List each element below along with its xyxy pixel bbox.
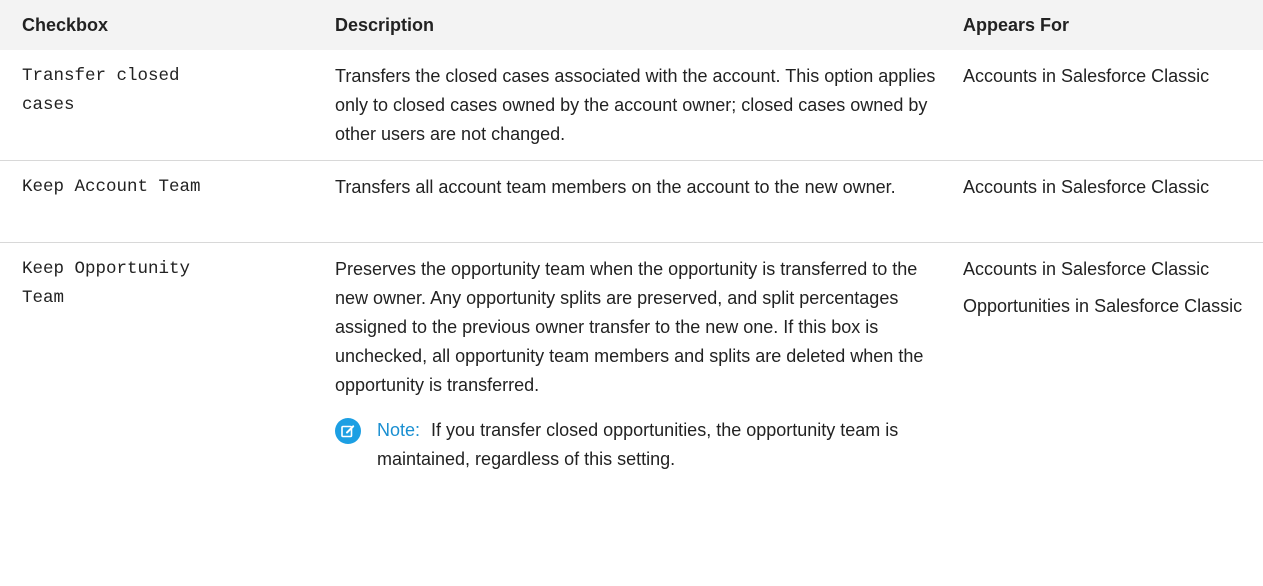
table-header-row: Checkbox Description Appears For	[0, 0, 1263, 50]
row-description: Transfers the closed cases associated wi…	[335, 66, 936, 144]
appears-for-item: Opportunities in Salesforce Classic	[963, 296, 1243, 316]
header-appears-for: Appears For	[963, 14, 1070, 35]
description-cell: Preserves the opportunity team when the …	[313, 243, 943, 486]
row-description: Transfers all account team members on th…	[335, 177, 896, 197]
checkbox-name-line: cases	[22, 95, 75, 115]
table-row: Transfer closed cases Transfers the clos…	[0, 50, 1263, 161]
note-body: Note: If you transfer closed opportuniti…	[377, 416, 937, 474]
table-row: Keep Opportunity Team Preserves the oppo…	[0, 243, 1263, 486]
note-text: If you transfer closed opportunities, th…	[377, 420, 899, 469]
header-description: Description	[335, 14, 435, 35]
checkbox-name: Keep Account Team	[0, 161, 313, 242]
appears-for-cell: Accounts in Salesforce Classic Opportuni…	[943, 243, 1263, 486]
checkbox-name-line: Keep Opportunity	[22, 259, 191, 279]
row-description: Preserves the opportunity team when the …	[335, 259, 924, 395]
table-row: Keep Account Team Transfers all account …	[0, 161, 1263, 243]
appears-for-cell: Accounts in Salesforce Classic	[943, 50, 1263, 160]
header-checkbox: Checkbox	[22, 14, 109, 35]
checkbox-name-line: Keep Account Team	[22, 177, 201, 197]
checkbox-name-line: Transfer closed	[22, 66, 180, 86]
note-label: Note:	[377, 420, 421, 440]
appears-for-cell: Accounts in Salesforce Classic	[943, 161, 1263, 242]
edit-note-icon	[335, 418, 361, 444]
appears-for-item: Accounts in Salesforce Classic	[963, 177, 1210, 197]
checkbox-options-table: Checkbox Description Appears For Transfe…	[0, 0, 1263, 486]
appears-for-item: Accounts in Salesforce Classic	[963, 259, 1210, 279]
appears-for-item: Accounts in Salesforce Classic	[963, 66, 1210, 86]
note-callout: Note: If you transfer closed opportuniti…	[335, 416, 943, 474]
checkbox-name: Transfer closed cases	[0, 50, 313, 160]
checkbox-name: Keep Opportunity Team	[0, 243, 313, 486]
checkbox-name-line: Team	[22, 288, 65, 308]
